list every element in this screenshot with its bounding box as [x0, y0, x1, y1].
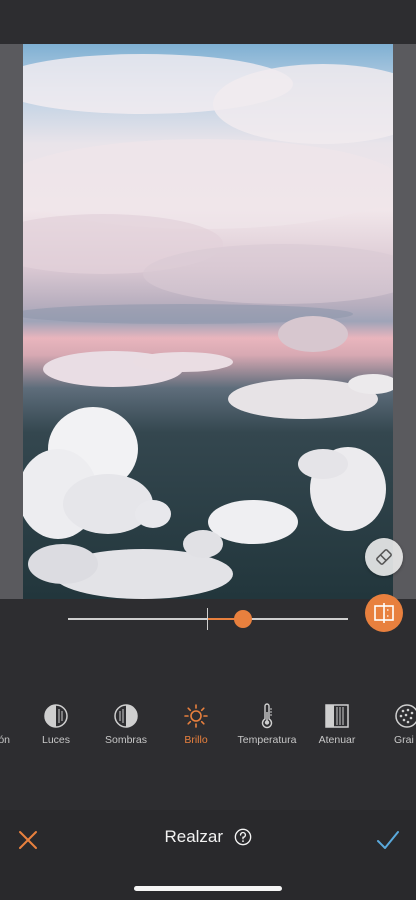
tool-strip[interactable]: ón Luces Sombras Brillo Temperatura Aten… [0, 700, 416, 750]
shadows-icon [114, 704, 138, 728]
lights-icon [44, 704, 68, 728]
tool-label: Atenuar [318, 734, 356, 746]
eraser-button[interactable] [365, 538, 403, 576]
adjustment-slider[interactable] [68, 606, 348, 632]
sun-icon [184, 704, 208, 728]
checkmark-icon[interactable] [375, 828, 401, 852]
tool-sombras[interactable]: Sombras [86, 700, 166, 746]
compare-button[interactable] [365, 594, 403, 632]
thermometer-icon [261, 703, 273, 729]
tool-label: Grai [394, 734, 414, 746]
tool-atenuar[interactable]: Atenuar [297, 700, 377, 746]
fade-icon [325, 704, 349, 728]
tool-partial-left[interactable]: ón [0, 700, 10, 746]
tool-luces[interactable]: Luces [16, 700, 96, 746]
top-bar [0, 0, 416, 44]
help-icon[interactable] [234, 828, 252, 846]
bottom-bar: Realzar [0, 810, 416, 900]
eraser-icon [376, 549, 392, 565]
page-title: Realzar [164, 827, 224, 846]
tool-label: Sombras [104, 734, 147, 746]
tool-brillo[interactable]: Brillo [156, 700, 236, 746]
home-indicator[interactable] [134, 886, 282, 891]
slider-center-mark [207, 608, 208, 630]
photo-preview [23, 44, 393, 599]
grain-icon [395, 704, 416, 728]
slider-thumb[interactable] [234, 610, 252, 628]
tool-label: Luces [41, 734, 71, 746]
canvas-area [0, 44, 416, 632]
tool-partial-right[interactable]: Grai [394, 700, 416, 746]
tool-temperatura[interactable]: Temperatura [227, 700, 307, 746]
tool-label: Temperatura [237, 734, 297, 746]
tool-label: ón [0, 734, 10, 746]
tool-label: Brillo [184, 734, 208, 746]
clouds-illustration [23, 54, 393, 599]
compare-icon [374, 603, 394, 623]
title-group: Realzar [0, 827, 416, 847]
